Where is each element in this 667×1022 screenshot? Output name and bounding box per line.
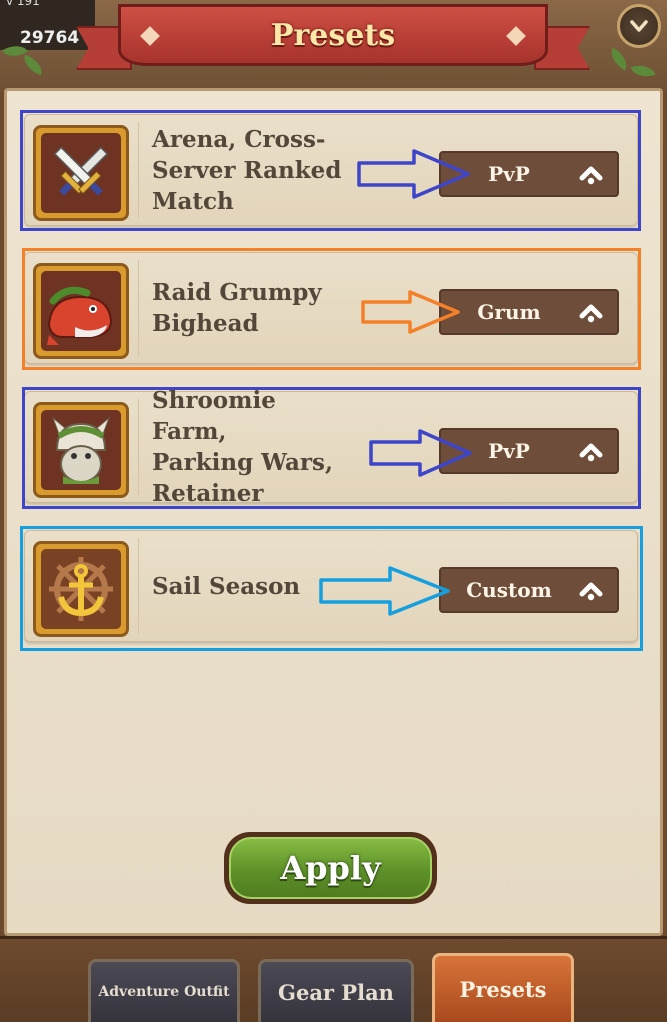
tab-presets[interactable]: Presets bbox=[432, 953, 574, 1022]
tab-gear-plan[interactable]: Gear Plan bbox=[258, 959, 414, 1022]
bottom-tab-bar: Adventure Outfit Gear Plan Presets bbox=[0, 936, 667, 1022]
tab-label: Presets bbox=[459, 976, 547, 1002]
collapse-button[interactable] bbox=[617, 4, 661, 48]
diamond-ornament-icon bbox=[506, 26, 526, 46]
annotation-arrow-icon bbox=[369, 429, 472, 477]
page-title: Presets bbox=[270, 17, 396, 53]
title-banner: Presets bbox=[76, 4, 590, 70]
annotation-arrow-icon bbox=[357, 149, 470, 199]
tab-label: Adventure Outfit bbox=[98, 984, 230, 1000]
power-value: 29764 bbox=[20, 28, 80, 48]
banner-body: Presets bbox=[118, 4, 548, 66]
diamond-ornament-icon bbox=[140, 26, 160, 46]
annotation-highlight-box bbox=[22, 248, 641, 370]
chevron-down-icon bbox=[630, 20, 648, 32]
annotation-arrow-icon bbox=[319, 566, 450, 616]
level-text: v 191 bbox=[6, 0, 40, 8]
tab-adventure-outfit[interactable]: Adventure Outfit bbox=[88, 959, 240, 1022]
apply-button-label: Apply bbox=[280, 849, 381, 887]
annotation-highlight-box bbox=[20, 110, 641, 231]
apply-button[interactable]: Apply bbox=[224, 832, 437, 904]
annotation-highlight-box bbox=[22, 387, 641, 509]
player-stats: v 191 29764 bbox=[0, 0, 95, 50]
annotation-arrow-icon bbox=[361, 290, 460, 334]
tab-label: Gear Plan bbox=[278, 979, 394, 1005]
